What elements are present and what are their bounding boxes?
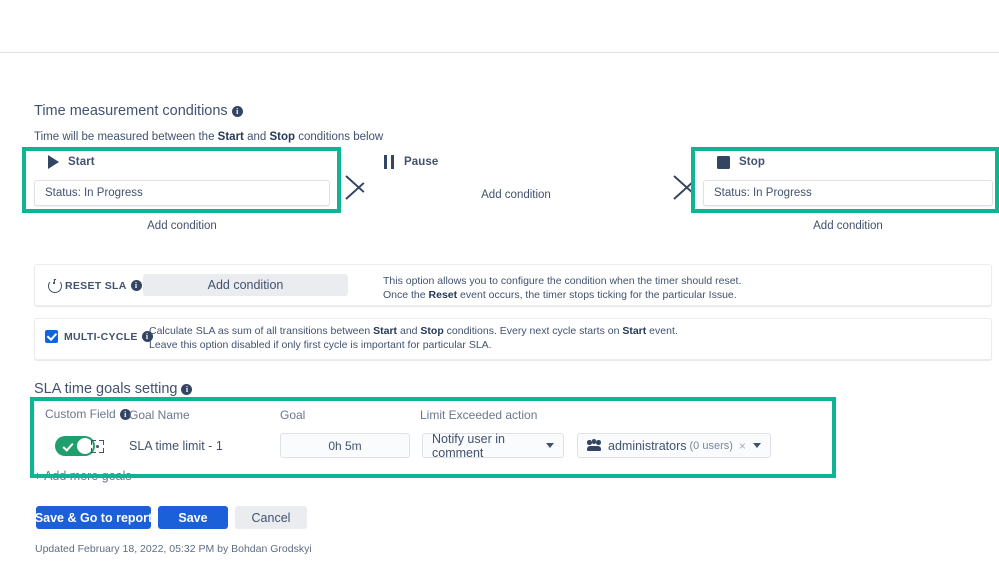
info-icon[interactable]: i — [130, 280, 142, 291]
pause-label: Pause — [404, 156, 439, 168]
multi-cycle-label: MULTI-CYCLE i — [64, 331, 153, 343]
hint-mid: and — [243, 131, 270, 143]
header-divider — [0, 52, 999, 53]
play-icon — [48, 155, 59, 169]
stop-add-condition-label: Add condition — [813, 220, 883, 232]
updated-timestamp: Updated February 18, 2022, 05:32 PM by B… — [35, 543, 312, 555]
chevron-down-icon — [753, 443, 761, 448]
mc-b: Start — [373, 325, 398, 337]
cancel-label: Cancel — [251, 510, 291, 525]
multi-cycle-description: Calculate SLA as sum of all transitions … — [149, 324, 678, 352]
multi-cycle-desc-line1: Calculate SLA as sum of all transitions … — [149, 324, 678, 338]
pause-add-condition-link[interactable]: Add condition — [370, 189, 662, 201]
stop-condition-header: Stop — [703, 153, 993, 171]
start-add-condition-label: Add condition — [147, 220, 217, 232]
multi-cycle-desc-line2: Leave this option disabled if only first… — [149, 339, 492, 351]
time-measurement-title-text: Time measurement conditions — [34, 103, 228, 119]
goal-duration-input[interactable]: 0h 5m — [280, 433, 410, 458]
save-and-go-to-report-button[interactable]: Save & Go to report — [34, 506, 153, 529]
multi-cycle-label-text: MULTI-CYCLE — [64, 331, 138, 343]
reset-desc-c: event occurs, the timer stops ticking fo… — [457, 289, 737, 301]
start-condition-column: Start Status: In Progress — [34, 153, 330, 206]
time-measurement-hint: Time will be measured between the Start … — [34, 131, 383, 143]
add-more-goals-link[interactable]: + Add more goals — [34, 469, 132, 483]
reset-sla-add-condition-label: Add condition — [207, 278, 284, 292]
pause-icon — [384, 155, 395, 169]
save-and-go-to-report-label: Save & Go to report — [34, 510, 153, 525]
chevron-down-icon — [546, 443, 554, 448]
sla-goals-title-text: SLA time goals setting — [34, 381, 178, 397]
pause-condition-column: Pause — [370, 153, 662, 171]
column-header-goal: Goal — [280, 408, 306, 422]
reset-desc-b: Reset — [428, 289, 458, 301]
recipient-name: administrators — [608, 438, 687, 453]
mc-a: Calculate SLA as sum of all transitions … — [149, 325, 374, 337]
hint-prefix: Time will be measured between the — [34, 131, 218, 143]
goal-name-value: SLA time limit - 1 — [129, 439, 223, 453]
remove-recipient-icon[interactable]: × — [739, 439, 746, 453]
column-header-goal-name: Goal Name — [129, 408, 190, 422]
goal-enabled-toggle[interactable] — [55, 436, 95, 456]
start-label: Start — [68, 156, 95, 168]
reset-sla-label-text: RESET SLA — [65, 280, 127, 292]
flow-chevron-2 — [672, 165, 698, 209]
hint-stop: Stop — [269, 131, 296, 143]
sla-goals-title: SLA time goals setting i — [34, 381, 193, 397]
stop-condition-value-text: Status: In Progress — [714, 187, 812, 199]
info-icon[interactable]: i — [181, 384, 193, 395]
reset-desc-a: Once the — [383, 289, 429, 301]
cancel-button[interactable]: Cancel — [235, 506, 307, 529]
start-condition-header: Start — [34, 153, 330, 171]
save-label: Save — [178, 510, 208, 525]
stop-icon — [717, 155, 730, 169]
reset-sla-description: This option allows you to configure the … — [383, 274, 741, 302]
recipient-value: administrators (0 users) × — [587, 439, 746, 453]
recipient-select[interactable]: administrators (0 users) × — [577, 433, 771, 458]
mc-e: conditions. Every next cycle starts on — [443, 325, 623, 337]
people-icon — [587, 439, 601, 451]
pause-condition-header: Pause — [370, 153, 662, 171]
limit-exceeded-action-value: Notify user in comment — [432, 431, 505, 460]
start-condition-value[interactable]: Status: In Progress — [34, 180, 330, 206]
recipient-count: (0 users) — [689, 439, 733, 452]
sla-configuration-page: Time measurement conditions i Time will b… — [0, 0, 999, 581]
stop-condition-column: Stop Status: In Progress — [703, 153, 993, 206]
mc-c: and — [397, 325, 421, 337]
column-header-custom-field: Custom Field i — [45, 407, 131, 421]
stop-condition-value[interactable]: Status: In Progress — [703, 180, 993, 206]
start-add-condition-link[interactable]: Add condition — [34, 220, 330, 232]
reset-sla-add-condition-button[interactable]: Add condition — [143, 274, 348, 296]
custom-field-picker-icon[interactable] — [91, 440, 104, 453]
mc-g: event. — [646, 325, 678, 337]
limit-exceeded-action-select[interactable]: Notify user in comment — [422, 431, 564, 460]
flow-chevron-1 — [344, 165, 370, 209]
column-header-limit-exceeded: Limit Exceeded action — [420, 408, 538, 422]
pause-add-condition-label: Add condition — [481, 189, 551, 201]
mc-d: Stop — [420, 325, 444, 337]
reset-sla-label: RESET SLA i — [65, 280, 142, 292]
goal-duration-value: 0h 5m — [328, 438, 362, 453]
save-button[interactable]: Save — [158, 506, 228, 529]
reset-sla-desc-line1: This option allows you to configure the … — [383, 275, 742, 287]
stop-add-condition-link[interactable]: Add condition — [703, 220, 993, 232]
info-icon[interactable]: i — [231, 106, 243, 117]
column-header-custom-field-text: Custom Field — [45, 407, 116, 421]
time-measurement-title: Time measurement conditions i — [34, 103, 243, 119]
multi-cycle-checkbox[interactable] — [45, 330, 58, 343]
check-icon — [62, 440, 74, 452]
mc-f: Start — [622, 325, 647, 337]
stop-label: Stop — [739, 156, 765, 168]
hint-start: Start — [217, 131, 244, 143]
reset-sla-desc-line2: Once the Reset event occurs, the timer s… — [383, 288, 741, 302]
start-condition-value-text: Status: In Progress — [45, 187, 143, 199]
hint-suffix: conditions below — [295, 131, 384, 143]
